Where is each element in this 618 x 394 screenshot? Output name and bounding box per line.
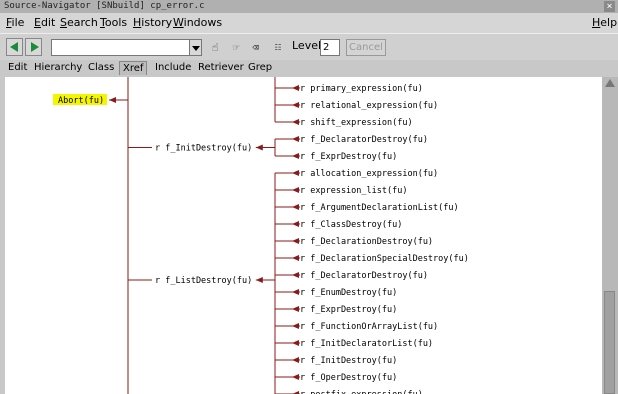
menu-bar: File Edit Search Tools History Windows H…: [0, 13, 618, 33]
ref-arrow: [292, 306, 299, 312]
scroll-up-arrow-icon[interactable]: [605, 79, 615, 87]
xref-node-label: r f_DeclarationDestroy(fu): [300, 237, 433, 247]
root-arrow: [109, 97, 116, 103]
ref-arrow: [292, 102, 299, 108]
xref-node-label: r f_OperDestroy(fu): [300, 373, 397, 383]
toolbar: ☝ ☞ ⌫ ☷ Levels 2 Cancel: [0, 33, 618, 62]
xref-canvas[interactable]: Abort(fu) r primary_expression(fu)r relat…: [5, 77, 602, 394]
ref-arrow: [292, 289, 299, 295]
title-bar: Source-Navigator [SNbuild] cp_error.c ×: [0, 0, 618, 13]
menu-windows[interactable]: Windows: [173, 13, 222, 33]
ref-arrow: [292, 323, 299, 329]
parent-node-label: r f_InitDestroy(fu): [155, 144, 252, 154]
tab-class[interactable]: Class: [85, 61, 117, 75]
menu-search[interactable]: Search: [60, 13, 98, 33]
forward-arrow-icon: [31, 42, 39, 52]
tab-grep[interactable]: Grep: [245, 61, 275, 75]
forward-button[interactable]: [25, 38, 42, 56]
ref-arrow: [292, 374, 299, 380]
xref-node-label: r f_ArgumentDeclarationList(fu): [300, 203, 459, 213]
xref-node-label: r relational_expression(fu): [300, 101, 438, 111]
root-node-label: Abort(fu): [58, 96, 104, 106]
levels-input[interactable]: 2: [320, 39, 340, 56]
menu-file[interactable]: File: [6, 13, 24, 33]
tab-retriever[interactable]: Retriever: [195, 61, 247, 75]
ref-arrow: [292, 221, 299, 227]
ref-arrow: [292, 85, 299, 91]
ref-arrow: [292, 238, 299, 244]
ref-arrow: [292, 357, 299, 363]
back-arrow-icon: [10, 42, 18, 52]
parent-arrow: [255, 277, 263, 283]
parent-arrow: [255, 144, 263, 151]
menu-history[interactable]: History: [133, 13, 172, 33]
symbol-dropdown-button[interactable]: [189, 39, 202, 56]
ref-arrow: [292, 136, 299, 142]
xref-node-label: r allocation_expression(fu): [300, 169, 438, 179]
parent-node-label: r f_ListDestroy(fu): [155, 276, 252, 286]
xref-node-label: r f_ExprDestroy(fu): [300, 305, 397, 315]
xref-node-label: r f_DeclaratorDestroy(fu): [300, 135, 428, 145]
cancel-button[interactable]: Cancel: [346, 39, 386, 56]
menu-tools[interactable]: Tools: [100, 13, 127, 33]
xref-node-label: r expression_list(fu): [300, 186, 407, 196]
symbol-combobox[interactable]: [51, 39, 191, 56]
close-icon[interactable]: ×: [604, 1, 615, 12]
ref-arrow: [292, 204, 299, 210]
handshake-icon[interactable]: ☝: [206, 40, 224, 55]
tab-hierarchy[interactable]: Hierarchy: [31, 61, 85, 75]
xref-node-label: r shift_expression(fu): [300, 118, 413, 128]
view-tabs: Edit Hierarchy Class Xref Include Retrie…: [0, 60, 618, 76]
xref-node-label: r primary_expression(fu): [300, 84, 423, 94]
xref-node-label: r f_ExprDestroy(fu): [300, 152, 397, 162]
ref-arrow: [292, 187, 299, 193]
xref-node-label: r f_FunctionOrArrayList(fu): [300, 322, 438, 332]
tab-xref[interactable]: Xref: [119, 61, 148, 75]
xref-node-label: r f_InitDestroy(fu): [300, 356, 397, 366]
window-title: Source-Navigator [SNbuild] cp_error.c: [4, 1, 205, 11]
tab-edit[interactable]: Edit: [5, 61, 30, 75]
back-button[interactable]: [6, 38, 23, 56]
xref-graph: Abort(fu) r primary_expression(fu)r relat…: [53, 77, 469, 394]
scroll-thumb[interactable]: [604, 291, 615, 394]
tree-layout-icon[interactable]: ☷: [268, 40, 288, 55]
xref-node-label: r f_EnumDestroy(fu): [300, 288, 397, 298]
menu-edit[interactable]: Edit: [34, 13, 55, 33]
ref-arrow: [292, 153, 299, 159]
ref-arrow: [292, 170, 299, 176]
ref-arrow: [292, 272, 299, 278]
vertical-scrollbar[interactable]: [602, 77, 618, 394]
menu-help[interactable]: Help: [592, 13, 617, 33]
xref-node-label: r f_DeclarationSpecialDestroy(fu): [300, 254, 469, 264]
ref-arrow: [292, 255, 299, 261]
tab-include[interactable]: Include: [152, 61, 194, 75]
ref-arrow: [292, 340, 299, 346]
trash-icon[interactable]: ⌫: [249, 40, 262, 55]
xref-node-label: r f_InitDeclaratorList(fu): [300, 339, 433, 349]
xref-node-label: r f_ClassDestroy(fu): [300, 220, 402, 230]
ref-arrow: [292, 119, 299, 125]
handshake-multi-icon[interactable]: ☞: [226, 40, 246, 55]
xref-node-label: r f_DeclaratorDestroy(fu): [300, 271, 428, 281]
xref-node-label: r postfix_expression(fu): [300, 390, 423, 394]
